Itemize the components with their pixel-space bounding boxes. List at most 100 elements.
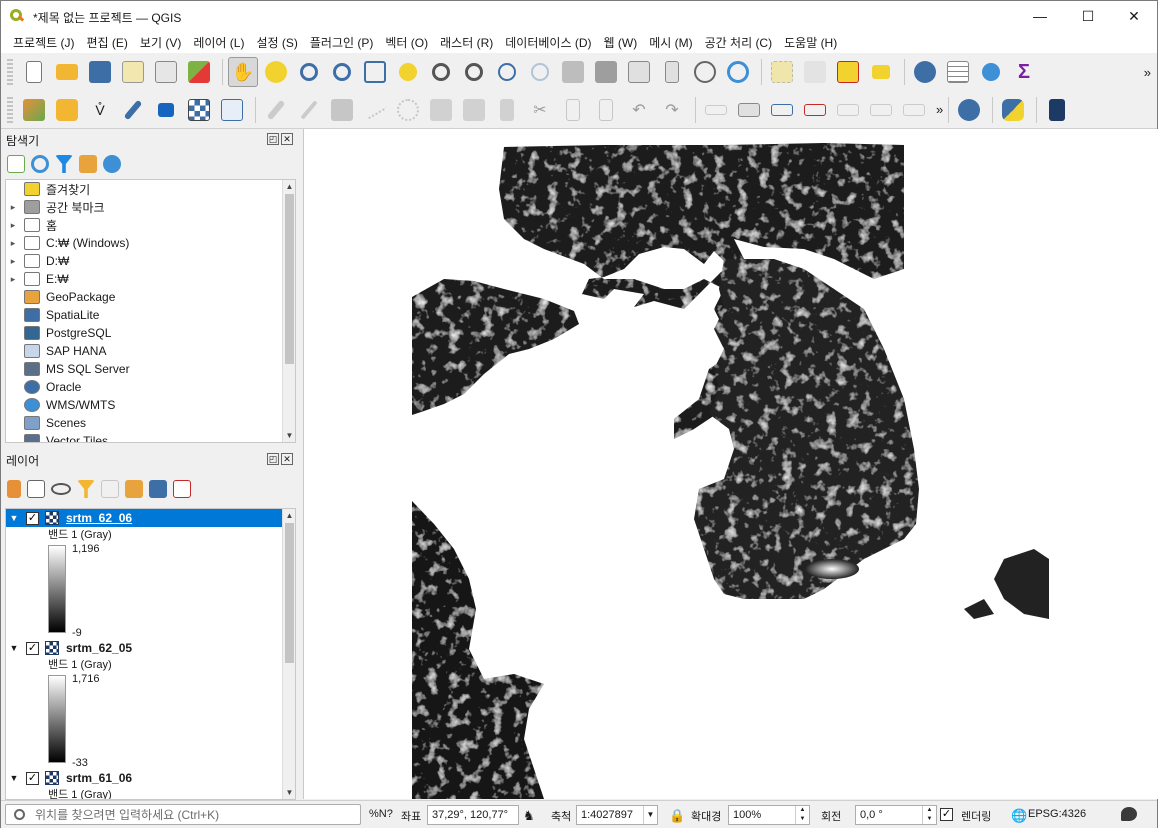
toggle-editing-button[interactable] [294, 95, 324, 125]
modify-attributes-button[interactable] [426, 95, 456, 125]
coordinate-toggle[interactable]: %N? [369, 808, 393, 820]
undo-button[interactable]: ↶ [624, 95, 654, 125]
virtual-layer-button[interactable] [151, 95, 181, 125]
layer-labeling-button[interactable] [734, 95, 764, 125]
browser-item[interactable]: Scenes [6, 414, 295, 432]
expand-arrow-icon[interactable]: ▸ [6, 238, 20, 249]
help-button[interactable] [1042, 95, 1072, 125]
scale-combobox[interactable]: 1:4027897 ▼ [576, 805, 658, 825]
toolbox-button[interactable] [976, 57, 1006, 87]
browser-item[interactable]: ▸ E:₩ [6, 270, 295, 288]
multi-edit-button[interactable] [459, 95, 489, 125]
browser-item[interactable]: Oracle [6, 378, 295, 396]
layer-visibility-checkbox[interactable]: ✓ [26, 511, 39, 525]
chevron-down-icon[interactable]: ▼ [643, 806, 657, 824]
menu-item-6[interactable]: 벡터 (O) [379, 34, 434, 51]
toolbar-grip[interactable] [7, 96, 13, 123]
label-highlight-button[interactable] [767, 95, 797, 125]
eye-visibility-icon[interactable] [51, 483, 71, 495]
filter-expression-icon[interactable] [101, 480, 119, 498]
info-icon[interactable] [103, 155, 121, 173]
paste-features-button[interactable] [591, 95, 621, 125]
toolbar-overflow-button[interactable]: » [1144, 65, 1151, 80]
layer-visibility-checkbox[interactable]: ✓ [26, 771, 39, 785]
rotation-spinbox[interactable]: 0,0 ° ▲ ▼ [855, 805, 937, 825]
refresh-button[interactable] [723, 57, 753, 87]
label-toolbar-button[interactable] [701, 95, 731, 125]
menu-item-11[interactable]: 공간 처리 (C) [699, 34, 779, 51]
expand-arrow-icon[interactable]: ▸ [6, 274, 20, 285]
zoom-native-button[interactable] [459, 57, 489, 87]
pan-map-button[interactable]: ✋ [228, 57, 258, 87]
data-source-manager-button[interactable] [19, 95, 49, 125]
qgis-cloud-button[interactable] [954, 95, 984, 125]
new-shapefile-button[interactable]: V̊ [85, 95, 115, 125]
menu-item-12[interactable]: 도움말 (H) [778, 34, 843, 51]
crs-button[interactable]: EPSG:4326 [1028, 808, 1086, 820]
save-project-button[interactable] [85, 57, 115, 87]
show-hide-labels-button[interactable] [866, 95, 896, 125]
browser-item[interactable]: WMS/WMTS [6, 396, 295, 414]
expand-arrow-icon[interactable]: ▸ [6, 220, 20, 231]
copy-features-button[interactable] [558, 95, 588, 125]
move-label-button[interactable] [899, 95, 929, 125]
menu-item-1[interactable]: 편집 (E) [81, 34, 134, 51]
select-features-button[interactable] [767, 57, 797, 87]
menu-item-2[interactable]: 보기 (V) [134, 34, 187, 51]
layer-row[interactable]: ▼ ✓ srtm_62_05 [6, 639, 295, 657]
layer-visibility-checkbox[interactable]: ✓ [26, 641, 39, 655]
delete-selected-button[interactable] [492, 95, 522, 125]
browser-item[interactable]: PostgreSQL [6, 324, 295, 342]
open-attribute-table-button[interactable] [943, 57, 973, 87]
menu-item-3[interactable]: 레이어 (L) [187, 34, 250, 51]
zoom-out-button[interactable] [327, 57, 357, 87]
layer-styling-icon[interactable] [7, 480, 21, 498]
pan-to-selection-button[interactable] [261, 57, 291, 87]
new-spatial-bookmark-button[interactable] [624, 57, 654, 87]
digitize-line-button[interactable] [360, 95, 390, 125]
locator-search-bar[interactable]: 위치를 찾으려면 입력하세요 (Ctrl+K) [5, 804, 361, 825]
browser-item[interactable]: ▸ 공간 북마크 [6, 198, 295, 216]
new-project-button[interactable] [19, 57, 49, 87]
lock-icon[interactable]: 🔒 [669, 808, 685, 824]
layer-row[interactable]: ▼ ✓ srtm_62_06 [6, 509, 295, 527]
browser-item[interactable]: ▸ C:₩ (Windows) [6, 234, 295, 252]
spin-arrows-icon[interactable]: ▲ ▼ [922, 806, 936, 824]
collapse-all-icon[interactable] [149, 480, 167, 498]
menu-item-5[interactable]: 플러그인 (P) [304, 34, 380, 51]
collapse-arrow-icon[interactable]: ▼ [6, 513, 22, 523]
float-panel-icon[interactable]: ◰ [267, 133, 279, 145]
add-selected-layers-icon[interactable] [7, 155, 25, 173]
close-panel-icon[interactable]: ✕ [281, 133, 293, 145]
python-console-button[interactable] [998, 95, 1028, 125]
toolbar-grip[interactable] [7, 59, 13, 85]
deselect-all-button[interactable] [833, 57, 863, 87]
scroll-up-arrow[interactable]: ▲ [283, 180, 295, 193]
select-by-value-button[interactable] [800, 57, 830, 87]
menu-item-8[interactable]: 데이터베이스 (D) [499, 34, 597, 51]
style-manager-button[interactable] [184, 57, 214, 87]
collapse-arrow-icon[interactable]: ▼ [6, 643, 22, 653]
menu-item-10[interactable]: 메시 (M) [643, 34, 698, 51]
coordinate-field[interactable]: 37,29°, 120,77° [427, 805, 519, 825]
statistical-summary-button[interactable]: Σ [1009, 57, 1039, 87]
float-panel-icon[interactable]: ◰ [267, 453, 279, 465]
browser-item[interactable]: SpatiaLite [6, 306, 295, 324]
menu-item-0[interactable]: 프로젝트 (J) [7, 34, 81, 51]
vector-tile-layer-button[interactable] [217, 95, 247, 125]
save-edits-button[interactable] [327, 95, 357, 125]
zoom-in-button[interactable] [294, 57, 324, 87]
layer-row[interactable]: ▼ ✓ srtm_61_06 [6, 769, 295, 787]
identify-features-button[interactable] [910, 57, 940, 87]
browser-item[interactable]: ▸ 홈 [6, 216, 295, 234]
browser-item[interactable]: SAP HANA [6, 342, 295, 360]
zoom-last-button[interactable] [492, 57, 522, 87]
close-panel-icon[interactable]: ✕ [281, 453, 293, 465]
scroll-thumb[interactable] [285, 194, 294, 364]
scroll-up-arrow[interactable]: ▲ [283, 509, 295, 522]
spin-arrows-icon[interactable]: ▲ ▼ [795, 806, 809, 824]
maximize-button[interactable]: ☐ [1065, 1, 1111, 31]
scroll-down-arrow[interactable]: ▼ [283, 786, 295, 799]
collapse-all-icon[interactable] [79, 155, 97, 173]
temporal-controller-button[interactable] [690, 57, 720, 87]
